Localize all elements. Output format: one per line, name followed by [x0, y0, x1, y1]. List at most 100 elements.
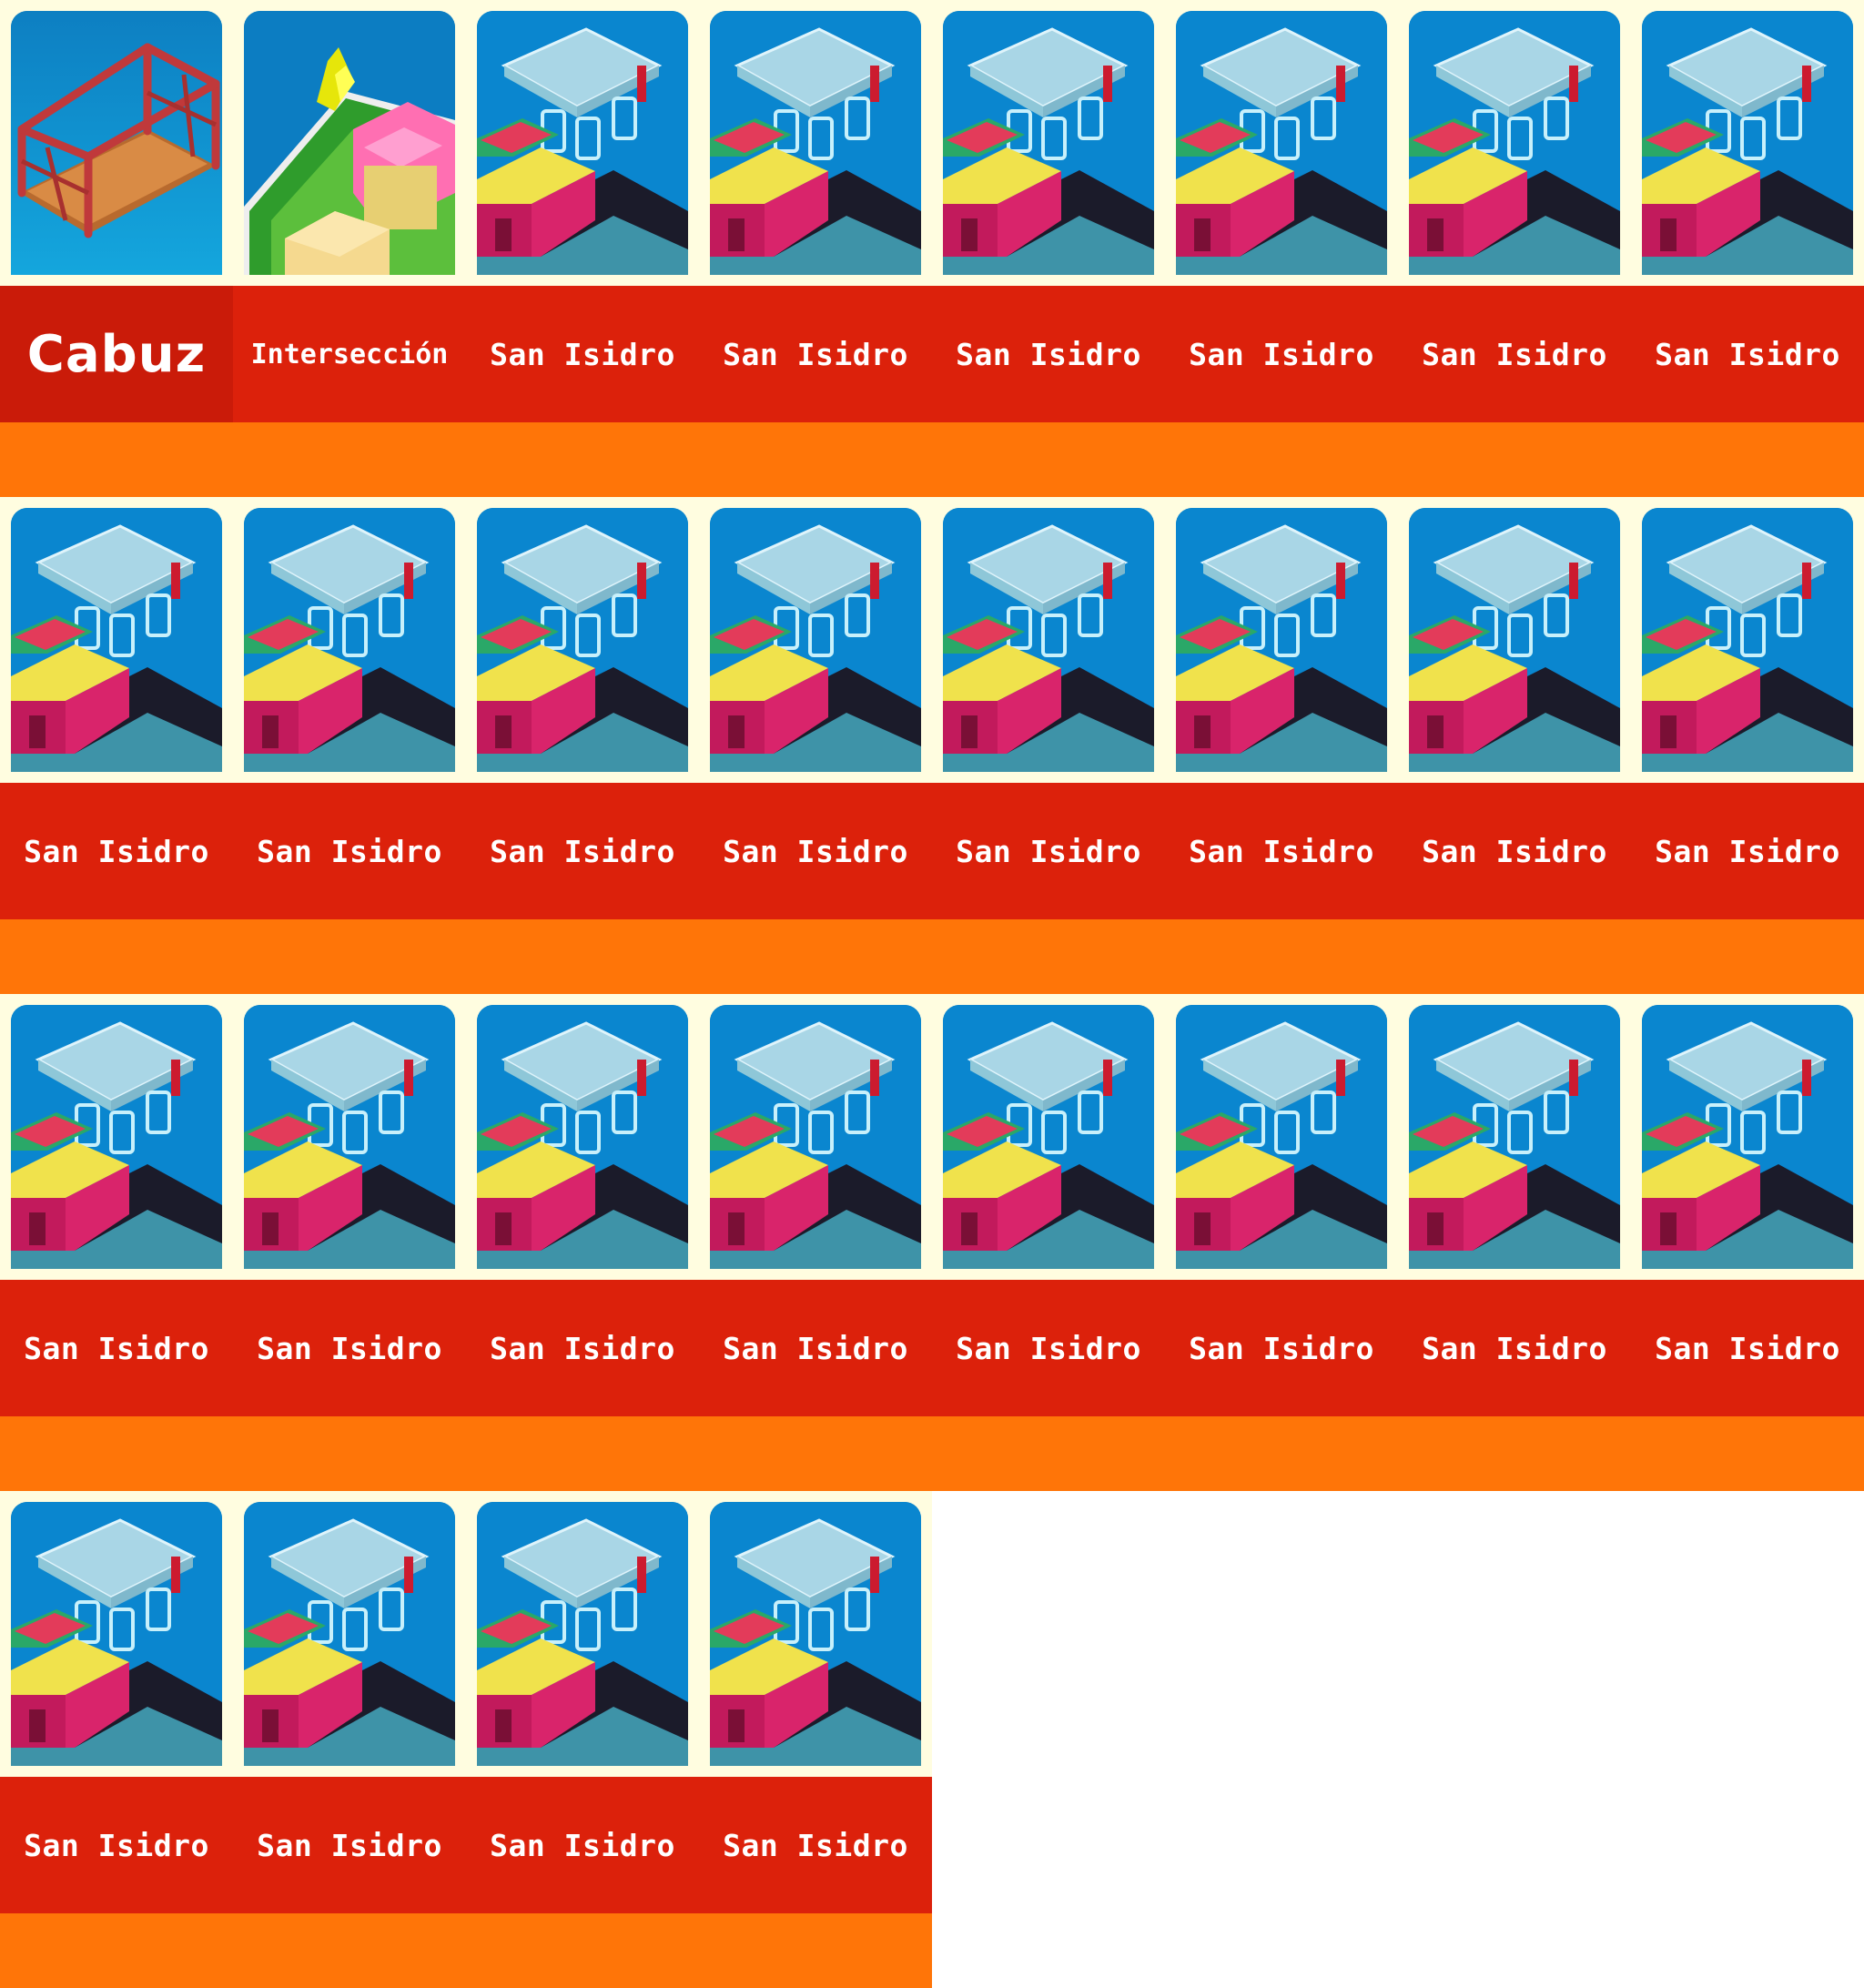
- gas-station-icon: [477, 1502, 688, 1766]
- building-card[interactable]: San Isidro: [0, 1491, 233, 1988]
- footer-bar: [932, 919, 1165, 994]
- building-card[interactable]: San Isidro: [466, 0, 699, 497]
- gas-station-icon: [244, 1005, 455, 1269]
- building-card[interactable]: San Isidro: [1165, 994, 1398, 1491]
- gas-station-icon: [710, 508, 921, 772]
- gas-station-icon: [943, 1005, 1154, 1269]
- gas-station-icon: [11, 508, 222, 772]
- bridge-icon: [11, 11, 222, 275]
- building-card[interactable]: Intersección: [233, 0, 466, 497]
- building-name: San Isidro: [1655, 1330, 1840, 1366]
- building-card[interactable]: San Isidro: [1165, 497, 1398, 994]
- building-card[interactable]: San Isidro: [1398, 0, 1631, 497]
- footer-bar: [466, 422, 699, 497]
- building-name: San Isidro: [956, 833, 1141, 869]
- name-bar: San Isidro: [466, 1777, 699, 1913]
- footer-bar: [233, 422, 466, 497]
- gas-station-icon: [710, 11, 921, 275]
- gas-station-icon: [244, 508, 455, 772]
- building-name: San Isidro: [723, 1827, 908, 1863]
- name-bar: San Isidro: [1631, 1280, 1864, 1416]
- building-name: San Isidro: [1422, 336, 1607, 372]
- building-name: San Isidro: [490, 336, 675, 372]
- gas-station-icon: [1176, 11, 1387, 275]
- building-card[interactable]: San Isidro: [1398, 994, 1631, 1491]
- footer-bar: [1165, 1416, 1398, 1491]
- building-name: San Isidro: [956, 1330, 1141, 1366]
- footer-bar: [233, 1913, 466, 1988]
- gas-station-icon: [1642, 508, 1853, 772]
- building-card[interactable]: San Isidro: [932, 497, 1165, 994]
- building-card[interactable]: San Isidro: [466, 497, 699, 994]
- building-card[interactable]: San Isidro: [699, 497, 932, 994]
- building-card[interactable]: San Isidro: [0, 497, 233, 994]
- gas-station-icon: [1409, 1005, 1620, 1269]
- building-card[interactable]: San Isidro: [233, 994, 466, 1491]
- building-card[interactable]: San Isidro: [699, 0, 932, 497]
- building-card[interactable]: San Isidro: [233, 497, 466, 994]
- building-card[interactable]: Cabuz: [0, 0, 233, 497]
- footer-bar: [466, 919, 699, 994]
- name-bar: San Isidro: [699, 1777, 932, 1913]
- footer-bar: [0, 1913, 233, 1988]
- footer-bar: [1398, 919, 1631, 994]
- name-bar: San Isidro: [466, 783, 699, 919]
- footer-bar: [699, 422, 932, 497]
- building-card[interactable]: San Isidro: [1631, 497, 1864, 994]
- name-bar: San Isidro: [932, 1280, 1165, 1416]
- building-card[interactable]: San Isidro: [699, 994, 932, 1491]
- name-bar: Cabuz: [0, 286, 233, 422]
- building-name: San Isidro: [24, 1330, 209, 1366]
- name-bar: San Isidro: [233, 783, 466, 919]
- footer-bar: [699, 1416, 932, 1491]
- name-bar: Intersección: [233, 286, 466, 422]
- building-name: San Isidro: [723, 336, 908, 372]
- building-card[interactable]: San Isidro: [932, 994, 1165, 1491]
- building-card[interactable]: San Isidro: [1631, 994, 1864, 1491]
- building-name: San Isidro: [490, 833, 675, 869]
- footer-bar: [1398, 422, 1631, 497]
- building-card[interactable]: San Isidro: [466, 1491, 699, 1988]
- name-bar: San Isidro: [0, 1777, 233, 1913]
- footer-bar: [466, 1913, 699, 1988]
- footer-bar: [932, 422, 1165, 497]
- gas-station-icon: [943, 508, 1154, 772]
- building-name: San Isidro: [24, 1827, 209, 1863]
- building-card[interactable]: San Isidro: [1165, 0, 1398, 497]
- gas-station-icon: [710, 1502, 921, 1766]
- building-name: San Isidro: [723, 833, 908, 869]
- building-card[interactable]: San Isidro: [699, 1491, 932, 1988]
- footer-bar: [0, 422, 233, 497]
- building-name: San Isidro: [956, 336, 1141, 372]
- name-bar: San Isidro: [233, 1777, 466, 1913]
- building-name: Cabuz: [26, 324, 207, 384]
- footer-bar: [1165, 919, 1398, 994]
- footer-bar: [1631, 1416, 1864, 1491]
- building-name: San Isidro: [1655, 833, 1840, 869]
- name-bar: San Isidro: [699, 286, 932, 422]
- building-name: San Isidro: [1189, 336, 1374, 372]
- building-card[interactable]: San Isidro: [0, 994, 233, 1491]
- building-name: San Isidro: [1189, 1330, 1374, 1366]
- building-name: San Isidro: [490, 1330, 675, 1366]
- building-name: San Isidro: [24, 833, 209, 869]
- building-card[interactable]: San Isidro: [233, 1491, 466, 1988]
- name-bar: San Isidro: [1631, 783, 1864, 919]
- building-name: San Isidro: [1422, 1330, 1607, 1366]
- name-bar: San Isidro: [1631, 286, 1864, 422]
- gas-station-icon: [943, 11, 1154, 275]
- name-bar: San Isidro: [1398, 783, 1631, 919]
- building-name: San Isidro: [257, 1827, 442, 1863]
- building-card[interactable]: San Isidro: [1631, 0, 1864, 497]
- building-grid: Cabuz Intersección San Isidro San Isidro…: [0, 0, 1864, 1988]
- building-name: San Isidro: [1655, 336, 1840, 372]
- building-card[interactable]: San Isidro: [466, 994, 699, 1491]
- gas-station-icon: [11, 1502, 222, 1766]
- name-bar: San Isidro: [932, 286, 1165, 422]
- building-name: San Isidro: [490, 1827, 675, 1863]
- building-card[interactable]: San Isidro: [1398, 497, 1631, 994]
- building-card[interactable]: San Isidro: [932, 0, 1165, 497]
- name-bar: San Isidro: [1165, 1280, 1398, 1416]
- footer-bar: [1631, 422, 1864, 497]
- gas-station-icon: [1409, 11, 1620, 275]
